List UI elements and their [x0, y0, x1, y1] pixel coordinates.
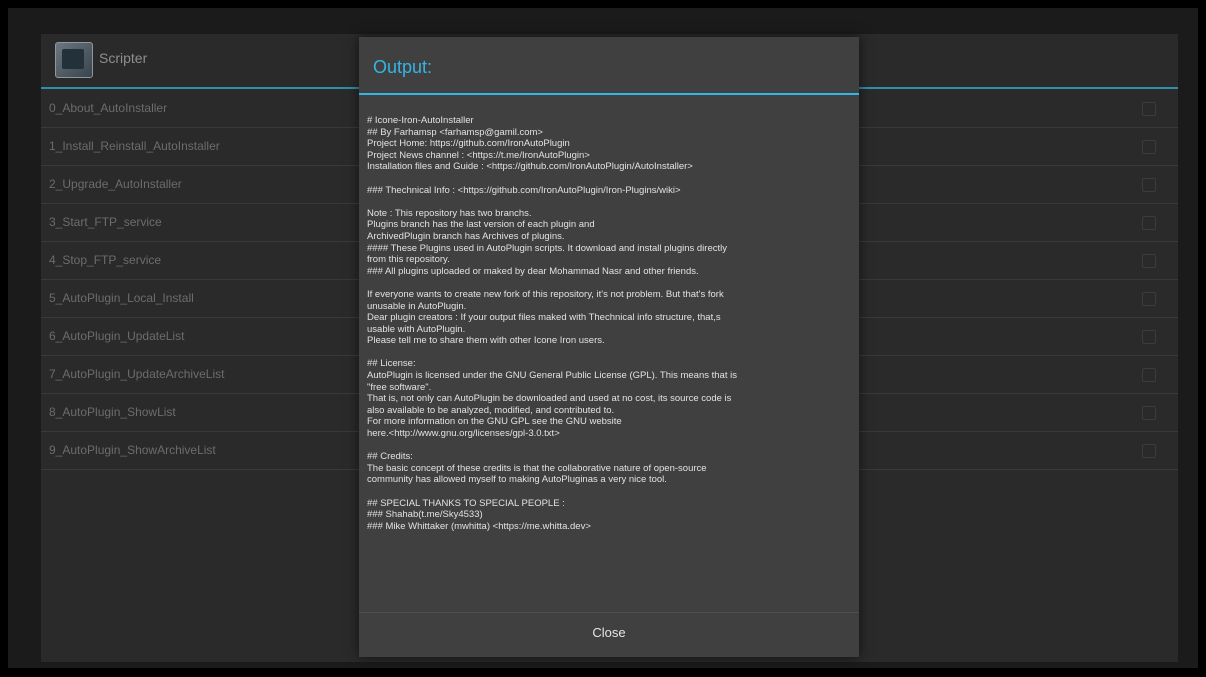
output-line: ### Thechnical Info : <https://github.co… — [367, 184, 681, 196]
dialog-divider — [359, 93, 859, 95]
output-line: ArchivedPlugin branch has Archives of pl… — [367, 230, 565, 242]
row-checkbox[interactable] — [1142, 292, 1156, 306]
output-line: AutoPlugin is licensed under the GNU Gen… — [367, 370, 737, 382]
output-line: Note : This repository has two branchs. — [367, 207, 532, 219]
output-line: ### Mike Whittaker (mwhitta) <https://me… — [367, 520, 591, 532]
script-label: 2_Upgrade_AutoInstaller — [49, 177, 182, 191]
output-dialog: Output: # Icone-Iron-AutoInstaller ## By … — [359, 37, 859, 657]
app-title: Scripter — [99, 50, 148, 66]
output-line: That is, not only can AutoPlugin be down… — [367, 393, 732, 405]
row-checkbox[interactable] — [1142, 102, 1156, 116]
row-checkbox[interactable] — [1142, 444, 1156, 458]
output-line: also available to be analyzed, modified,… — [367, 404, 615, 416]
output-line: #### These Plugins used in AutoPlugin sc… — [367, 242, 727, 254]
row-checkbox[interactable] — [1142, 140, 1156, 154]
output-line: The basic concept of these credits is th… — [367, 462, 707, 474]
output-line: ### Shahab(t.me/Sky4533) — [367, 509, 483, 521]
output-line: Project Home: https://github.com/IronAut… — [367, 138, 570, 150]
output-line: "free software". — [367, 381, 432, 393]
row-checkbox[interactable] — [1142, 368, 1156, 382]
output-line: For more information on the GNU GPL see … — [367, 416, 622, 428]
script-label: 4_Stop_FTP_service — [49, 253, 162, 267]
script-label: 3_Start_FTP_service — [49, 215, 162, 229]
dialog-footer: Close — [359, 612, 859, 657]
output-line: # Icone-Iron-AutoInstaller — [367, 115, 474, 126]
row-checkbox[interactable] — [1142, 178, 1156, 192]
output-line: from this repository. — [367, 254, 450, 266]
row-checkbox[interactable] — [1142, 254, 1156, 268]
script-label: 9_AutoPlugin_ShowArchiveList — [49, 443, 216, 457]
script-label: 7_AutoPlugin_UpdateArchiveList — [49, 367, 225, 381]
output-line: ## Credits: — [367, 451, 413, 463]
output-line: ### All plugins uploaded or maked by dea… — [367, 265, 699, 277]
script-label: 1_Install_Reinstall_AutoInstaller — [49, 139, 220, 153]
output-line: Please tell me to share them with other … — [367, 335, 605, 347]
output-line: usable with AutoPlugin. — [367, 323, 466, 335]
dialog-title: Output: — [373, 57, 433, 77]
script-label: 5_AutoPlugin_Local_Install — [49, 291, 194, 305]
output-line: ## By Farhamsp <farhamsp@gamil.com> — [367, 126, 543, 138]
row-checkbox[interactable] — [1142, 216, 1156, 230]
output-line: ## License: — [367, 358, 416, 370]
output-line: Plugins branch has the last version of e… — [367, 219, 595, 231]
script-label: 6_AutoPlugin_UpdateList — [49, 329, 185, 343]
output-line: community has allowed myself to making A… — [367, 474, 667, 486]
output-line: Dear plugin creators : If your output fi… — [367, 312, 721, 324]
script-label: 0_About_AutoInstaller — [49, 101, 168, 115]
output-line: Installation files and Guide : <https://… — [367, 161, 693, 173]
row-checkbox[interactable] — [1142, 330, 1156, 344]
row-checkbox[interactable] — [1142, 406, 1156, 420]
scripter-app-icon — [55, 42, 93, 78]
output-line: If everyone wants to create new fork of … — [367, 288, 724, 300]
output-line: here.<http://www.gnu.org/licenses/gpl-3.… — [367, 428, 560, 440]
output-line: ## SPECIAL THANKS TO SPECIAL PEOPLE : — [367, 497, 565, 509]
output-text-area[interactable]: # Icone-Iron-AutoInstaller ## By Farhamsp… — [367, 115, 849, 609]
script-label: 8_AutoPlugin_ShowList — [49, 405, 176, 419]
output-line: Project News channel : <https://t.me/Iro… — [367, 149, 590, 161]
close-button[interactable]: Close — [359, 613, 859, 657]
output-line: unusable in AutoPlugin. — [367, 300, 467, 312]
